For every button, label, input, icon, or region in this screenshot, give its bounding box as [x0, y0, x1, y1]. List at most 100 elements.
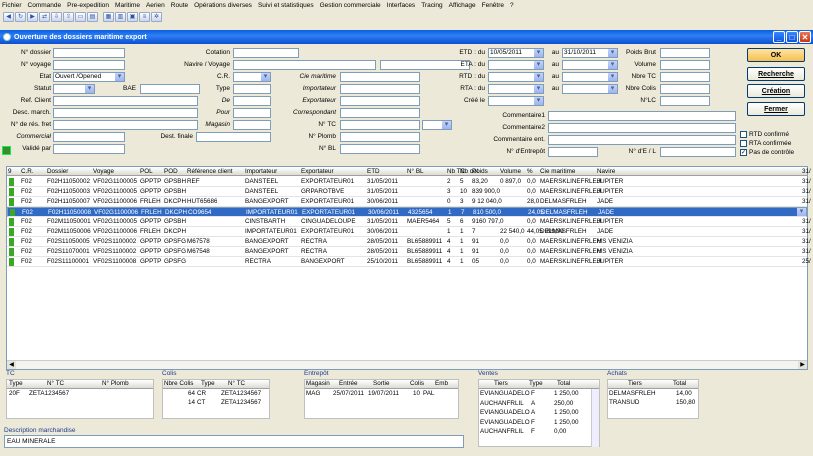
ok-button[interactable]: OK: [747, 48, 805, 62]
grid-icon[interactable]: ▣: [127, 11, 138, 22]
grid-header-cell[interactable]: N° BL: [407, 168, 424, 175]
commentaire2-input[interactable]: [548, 123, 736, 133]
settings-icon[interactable]: ✲: [151, 11, 162, 22]
grid-header-cell[interactable]: Voyage: [93, 168, 114, 175]
checkbox-box[interactable]: [740, 140, 747, 147]
forward-icon[interactable]: ▶: [27, 11, 38, 22]
n-lc-input[interactable]: [660, 96, 710, 106]
menu-item[interactable]: Gestion commerciale: [320, 2, 381, 9]
grid-header-cell[interactable]: Poids: [472, 168, 488, 175]
export-icon[interactable]: ⇧: [63, 11, 74, 22]
n-tc-select[interactable]: [422, 120, 452, 130]
print-icon[interactable]: ▦: [103, 11, 114, 22]
grid-header-cell[interactable]: ETD: [367, 168, 380, 175]
importateur-input[interactable]: [340, 84, 420, 94]
ventes-row[interactable]: AUCHANFRLIL A 250,00: [479, 400, 599, 409]
menu-item[interactable]: Suivi et statistiques: [258, 2, 314, 9]
n-res-fret-input[interactable]: [53, 120, 198, 130]
scroll-right-icon[interactable]: ▶: [798, 361, 807, 369]
valide-par-input[interactable]: [53, 144, 125, 154]
grid-header-cell[interactable]: Dossier: [47, 168, 68, 175]
rtd-from-select[interactable]: [488, 72, 544, 82]
description-input[interactable]: EAU MINERALE: [4, 435, 464, 448]
minimize-button[interactable]: _: [773, 31, 785, 43]
menu-item[interactable]: Opérations diverses: [194, 2, 252, 9]
dest-finale-input[interactable]: [196, 132, 271, 142]
n-entrepot-input[interactable]: [548, 147, 598, 157]
menu-item[interactable]: Fenêtre: [482, 2, 504, 9]
ventes-row[interactable]: AUCHANFRLIL F 0,00: [479, 428, 599, 437]
commercial-input[interactable]: [53, 132, 125, 142]
volume-input[interactable]: [660, 60, 710, 70]
creation-button[interactable]: Création: [747, 84, 805, 98]
entrepot-row[interactable]: MAG 25/07/2011 19/07/2011 10 PAL: [305, 390, 458, 399]
menu-item[interactable]: Affichage: [449, 2, 476, 9]
pas-de-controle-checkbox[interactable]: ✓ Pas de contrôle: [740, 149, 794, 156]
table-row[interactable]: F02 F02S11050005 VF02S1100002 GPPTP GPSFG M67…: [7, 237, 811, 247]
achats-row[interactable]: TRANSUD 150,80: [608, 399, 698, 408]
type-input[interactable]: [233, 84, 271, 94]
etat-select[interactable]: Ouvert /Opened: [53, 72, 125, 82]
list-icon[interactable]: ≡: [139, 11, 150, 22]
rta-confirmee-checkbox[interactable]: RTA confirmée: [740, 140, 791, 147]
menu-item[interactable]: Commande: [28, 2, 62, 9]
folder-icon[interactable]: ▭: [75, 11, 86, 22]
horizontal-scrollbar[interactable]: ◀ ▶: [7, 360, 807, 369]
nbre-tc-input[interactable]: [660, 72, 710, 82]
refresh-icon[interactable]: ↻: [15, 11, 26, 22]
fermer-button[interactable]: Fermer: [747, 102, 805, 116]
table-row[interactable]: F02 F02S11070001 VF02S1100002 GPPTP GPSFG M67…: [7, 247, 811, 257]
checkbox-box-checked[interactable]: ✓: [740, 149, 747, 156]
n-tc-input[interactable]: [340, 120, 420, 130]
colis-row[interactable]: 14 CT ZETA1234567: [163, 399, 269, 408]
commentaire-ent-input[interactable]: [548, 135, 736, 145]
grid-header-cell[interactable]: Exportateur: [301, 168, 334, 175]
navire-input[interactable]: [233, 60, 376, 70]
n-voyage-input[interactable]: [53, 60, 125, 70]
grid-header-cell[interactable]: 31/: [802, 168, 811, 175]
grid-header-cell[interactable]: Volume: [500, 168, 521, 175]
grid-header-cell[interactable]: %: [527, 168, 533, 175]
n-dossier-input[interactable]: [53, 48, 125, 58]
ventes-row[interactable]: EVIANGUADELO F 1 250,00: [479, 419, 599, 428]
import-icon[interactable]: ⇩: [51, 11, 62, 22]
menu-item[interactable]: Tracing: [421, 2, 442, 9]
ventes-row[interactable]: EVIANGUADELO A 1 250,00: [479, 409, 599, 418]
poids-brut-input[interactable]: [660, 48, 710, 58]
commentaire1-input[interactable]: [548, 111, 736, 121]
table-row[interactable]: F02 F02S11100001 VF02S1100008 GPPTP GPSFG REC…: [7, 257, 811, 267]
nbre-colis-input[interactable]: [660, 84, 710, 94]
table-row[interactable]: F02 F02M11050006 VF02G1100006 FRLEH DKCPH IMP…: [7, 227, 811, 237]
document-icon[interactable]: ▤: [87, 11, 98, 22]
ventes-scrollbar[interactable]: [591, 389, 599, 447]
table-row[interactable]: F02 F02M11050001 VF02G1100005 GPPTP GPSBH CIN…: [7, 217, 811, 227]
grid-header-cell[interactable]: POL: [140, 168, 153, 175]
menu-item[interactable]: ?: [510, 2, 514, 9]
back-icon[interactable]: ◀: [3, 11, 14, 22]
n-plomb-input[interactable]: [340, 132, 420, 142]
n-de-l-input[interactable]: [660, 147, 736, 157]
checkbox-box[interactable]: [740, 131, 747, 138]
statut-select[interactable]: [53, 84, 95, 94]
print-preview-icon[interactable]: ▥: [115, 11, 126, 22]
menu-item[interactable]: Aerien: [146, 2, 165, 9]
grid-header-cell[interactable]: Cie maritime: [540, 168, 575, 175]
table-row[interactable]: F02 F02H11050003 VF02G1100005 GPPTP GPSBH DAN…: [7, 187, 811, 197]
magasin-input[interactable]: [233, 120, 271, 130]
pour-input[interactable]: [233, 108, 271, 118]
menu-item[interactable]: Route: [171, 2, 188, 9]
recherche-button[interactable]: Recherche: [747, 67, 805, 81]
colis-row[interactable]: 64 CR ZETA1234567: [163, 390, 269, 399]
cotation-input[interactable]: [233, 48, 299, 58]
scroll-left-icon[interactable]: ◀: [7, 361, 16, 369]
grid-header-cell[interactable]: 9: [8, 168, 12, 175]
cree-le-select[interactable]: [488, 96, 544, 106]
table-row[interactable]: F02 F02H11050007 VF02G1100006 FRLEH DKCPH HUT…: [7, 197, 811, 207]
rtd-confirme-checkbox[interactable]: RTD confirmé: [740, 131, 789, 138]
eta-from-select[interactable]: [488, 60, 544, 70]
menu-item[interactable]: Pre-expedition: [67, 2, 109, 9]
maximize-button[interactable]: □: [786, 31, 798, 43]
cr-select[interactable]: [233, 72, 271, 82]
grid-header-cell[interactable]: Référence client: [187, 168, 233, 175]
grid-header-cell[interactable]: POD: [164, 168, 178, 175]
